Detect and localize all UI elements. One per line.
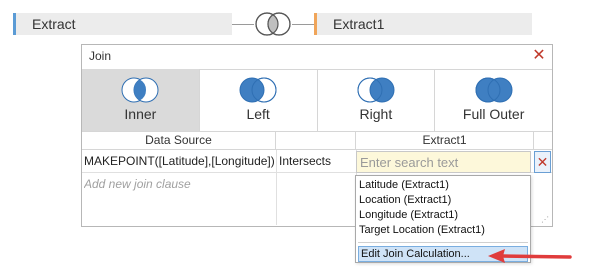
full-outer-venn-icon: [475, 77, 513, 103]
dropdown-item[interactable]: Target Location (Extract1): [359, 223, 485, 238]
join-type-label: Right: [359, 106, 393, 122]
close-icon[interactable]: ✕: [531, 47, 547, 65]
column-header-operator: [276, 131, 356, 149]
dropdown-item[interactable]: Longitude (Extract1): [359, 208, 458, 223]
dialog-title: Join: [89, 49, 112, 63]
add-join-clause-link[interactable]: Add new join clause: [84, 173, 274, 195]
clause-operator[interactable]: Intersects: [279, 150, 354, 172]
left-table-name: Extract: [32, 16, 76, 32]
join-type-inner[interactable]: Inner: [82, 69, 200, 131]
clause-left-field[interactable]: MAKEPOINT([Latitude],[Longitude]): [84, 150, 274, 172]
inner-join-venn-icon[interactable]: [253, 10, 293, 38]
search-input[interactable]: [356, 151, 531, 173]
join-type-label: Inner: [124, 106, 157, 122]
join-type-label: Full Outer: [462, 106, 525, 122]
right-table-pill[interactable]: Extract1: [314, 13, 532, 35]
left-table-pill[interactable]: Extract: [13, 13, 232, 35]
join-type-label: Left: [246, 106, 270, 122]
left-venn-icon: [239, 77, 277, 103]
join-type-left[interactable]: Left: [200, 69, 318, 131]
dropdown-item[interactable]: Latitude (Extract1): [359, 178, 449, 193]
dialog-header: Join ✕: [82, 45, 552, 70]
column-header-data-source: Data Source: [82, 131, 276, 149]
column-header-spacer: [534, 131, 552, 149]
dropdown-separator: [358, 242, 528, 243]
join-type-right[interactable]: Right: [318, 69, 436, 131]
join-type-full-outer[interactable]: Full Outer: [435, 69, 552, 131]
right-table-name: Extract1: [333, 16, 385, 32]
column-header-right-source: Extract1: [356, 131, 534, 149]
annotation-arrow-icon: [488, 249, 572, 263]
join-type-bar: Inner Left Right Full Outer: [82, 69, 552, 132]
remove-clause-button[interactable]: ✕: [534, 151, 551, 173]
clause-grid-header: Data Source Extract1: [82, 131, 552, 150]
dropdown-item[interactable]: Location (Extract1): [359, 193, 451, 208]
resize-grip-icon[interactable]: ⋰: [541, 215, 549, 224]
right-venn-icon: [357, 77, 395, 103]
inner-venn-icon: [121, 77, 159, 103]
join-link-line-right: [292, 24, 314, 25]
join-link-line-left: [232, 24, 254, 25]
